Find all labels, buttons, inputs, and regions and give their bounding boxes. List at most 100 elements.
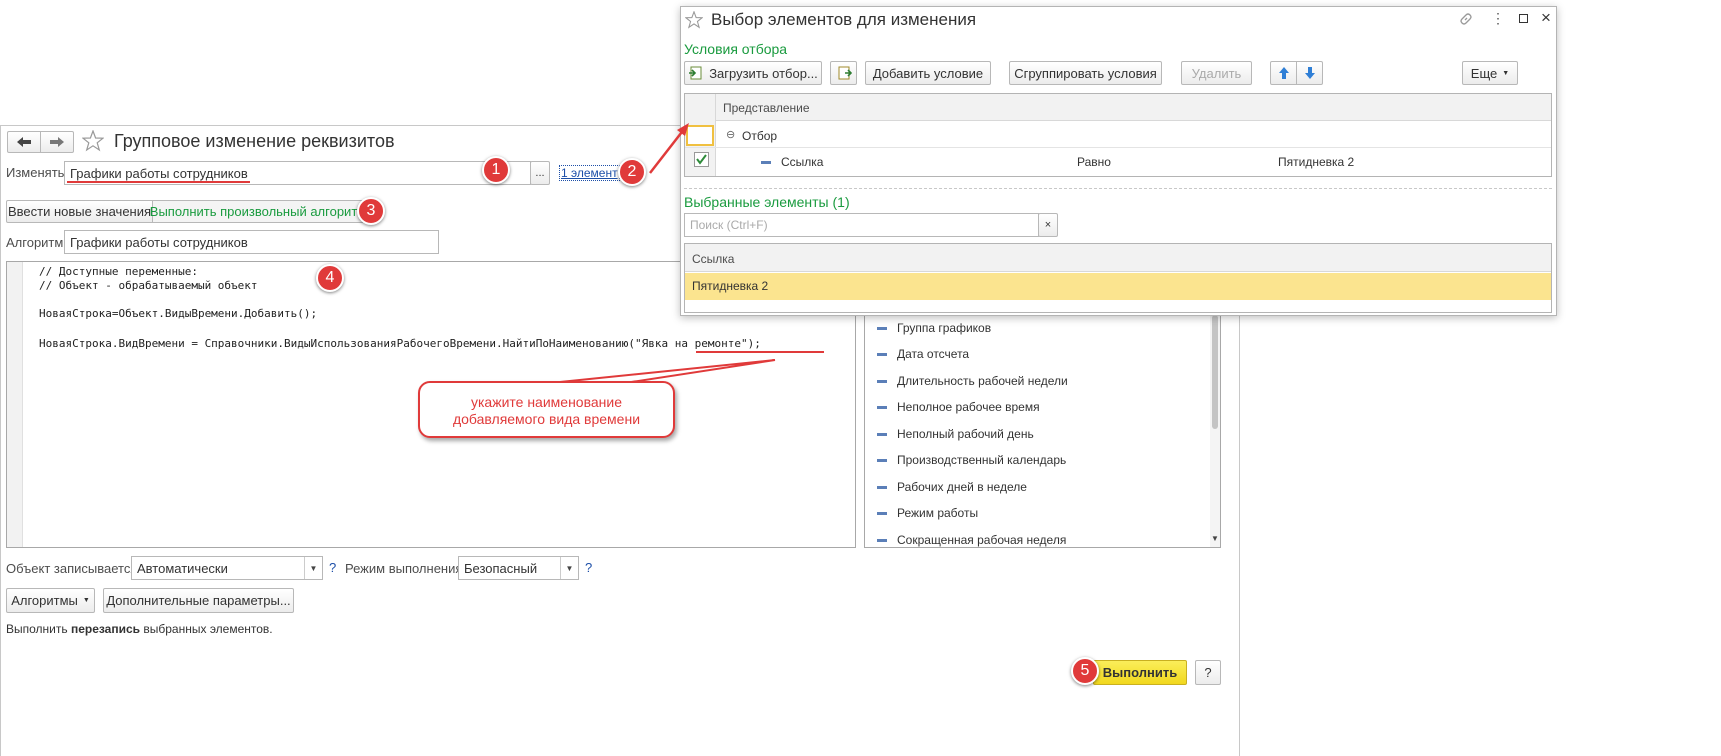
arrow-up-icon <box>1278 67 1289 79</box>
back-button[interactable] <box>7 131 41 153</box>
field-icon <box>761 161 771 164</box>
chevron-down-icon: ▼ <box>82 597 90 604</box>
field-icon <box>877 405 887 409</box>
search-input[interactable]: Поиск (Ctrl+F) <box>684 213 1039 237</box>
algorithms-button[interactable]: Алгоритмы ▼ <box>6 588 95 613</box>
dialog-divider <box>684 188 1552 189</box>
load-icon <box>689 66 702 80</box>
group-conditions-button[interactable]: Сгруппировать условия <box>1009 61 1162 85</box>
field-icon <box>877 326 887 330</box>
scrollbar[interactable]: ▼ <box>1210 315 1220 547</box>
maximize-icon[interactable] <box>1519 14 1528 23</box>
selected-section-title: Выбранные элементы (1) <box>684 194 850 210</box>
selected-list-column-header: Ссылка <box>692 252 735 266</box>
load-filter-button[interactable]: Загрузить отбор... <box>684 61 822 85</box>
more-button[interactable]: Еще ▼ <box>1462 61 1518 85</box>
chevron-down-icon[interactable]: ▼ <box>304 557 322 579</box>
filter-field: Ссылка <box>781 155 824 169</box>
close-icon: × <box>1044 219 1052 231</box>
filter-section-title: Условия отбора <box>684 41 788 57</box>
close-icon[interactable]: × <box>1541 8 1551 28</box>
scrollbar-thumb[interactable] <box>1212 315 1218 429</box>
arrow-annotation <box>649 123 689 174</box>
filter-tree-header <box>685 94 1551 121</box>
step-badge-3: 3 <box>357 197 385 225</box>
tab-new-values[interactable]: Ввести новые значения <box>6 200 153 223</box>
algorithm-label: Алгоритм: <box>6 235 67 250</box>
move-up-button[interactable] <box>1270 61 1297 85</box>
move-down-button[interactable] <box>1296 61 1323 85</box>
change-label: Изменять: <box>6 165 69 180</box>
change-object-value: Графики работы сотрудников <box>70 166 248 181</box>
selected-list[interactable]: Ссылка Пятидневка 2 <box>684 243 1552 313</box>
arrow-down-icon <box>1304 67 1315 79</box>
arrow-right-icon <box>50 137 64 147</box>
elements-link[interactable]: 1 элемент <box>559 165 620 181</box>
list-item[interactable]: Пятидневка 2 <box>685 273 1551 300</box>
scroll-down-icon[interactable]: ▼ <box>1211 534 1219 543</box>
field-icon <box>877 511 887 515</box>
field-icon <box>877 485 887 489</box>
mode-label: Режим выполнения: <box>345 561 467 576</box>
callout-text: укажите наименование добавляемого вида в… <box>452 394 641 427</box>
tab-custom-algorithm[interactable]: Выполнить произвольный алгоритм <box>150 200 366 223</box>
extra-params-button[interactable]: Дополнительные параметры... <box>103 588 294 613</box>
check-icon[interactable] <box>694 152 709 167</box>
field-icon <box>877 458 887 462</box>
help-icon[interactable]: ? <box>585 560 592 575</box>
list-item[interactable]: Неполное рабочее время <box>865 394 1040 420</box>
write-label: Объект записывается: <box>6 561 141 576</box>
code-line: НоваяСтрока=Объект.ВидыВремени.Добавить(… <box>39 307 318 320</box>
step-badge-1: 1 <box>482 156 510 184</box>
status-text: Выполнить перезапись выбранных элементов… <box>6 622 273 636</box>
field-icon <box>877 379 887 383</box>
filter-column-header: Представление <box>723 101 810 115</box>
favorite-star-icon[interactable] <box>685 11 703 29</box>
filter-group-row[interactable] <box>685 121 1551 148</box>
forward-button[interactable] <box>40 131 74 153</box>
save-filter-icon <box>838 66 852 80</box>
fields-panel[interactable]: Группа графиков Дата отсчета Длительност… <box>864 315 1221 548</box>
write-mode-select[interactable]: Автоматически <box>131 556 323 580</box>
help-icon[interactable]: ? <box>329 560 336 575</box>
page-title: Групповое изменение реквизитов <box>114 131 395 151</box>
code-line: // Объект - обрабатываемый объект <box>39 279 258 292</box>
code-gutter <box>7 262 23 547</box>
field-icon <box>877 538 887 542</box>
clear-search-button[interactable]: × <box>1038 213 1058 237</box>
list-item[interactable]: Неполный рабочий день <box>865 421 1034 447</box>
list-item[interactable]: Режим работы <box>865 500 978 526</box>
collapse-icon[interactable]: ⊖ <box>726 128 735 141</box>
dialog-title: Выбор элементов для изменения <box>711 10 977 29</box>
favorite-star-icon[interactable] <box>82 130 104 152</box>
filter-value: Пятидневка 2 <box>1278 155 1355 169</box>
save-filter-button[interactable] <box>830 61 857 85</box>
filter-tree[interactable]: Представление ⊖ Отбор Ссылка Равно Пятид… <box>684 93 1552 177</box>
execute-button[interactable]: Выполнить <box>1093 660 1187 685</box>
help-button[interactable]: ? <box>1195 660 1221 685</box>
step-badge-4: 4 <box>316 264 344 292</box>
more-menu-icon[interactable]: ⋮ <box>1491 10 1505 27</box>
list-item[interactable]: Рабочих дней в неделе <box>865 474 1027 500</box>
algorithm-input[interactable]: Графики работы сотрудников <box>64 230 439 254</box>
list-item[interactable]: Производственный календарь <box>865 447 1066 473</box>
code-line: НоваяСтрока.ВидВремени = Справочники.Вид… <box>39 337 761 350</box>
add-condition-button[interactable]: Добавить условие <box>865 61 991 85</box>
change-underline <box>67 181 250 183</box>
list-item[interactable]: Группа графиков <box>865 315 991 341</box>
step-badge-5: 5 <box>1071 657 1099 685</box>
link-icon[interactable] <box>1459 12 1473 26</box>
arrow-left-icon <box>17 137 31 147</box>
chevron-down-icon[interactable]: ▼ <box>560 557 578 579</box>
choose-button[interactable]: ... <box>530 161 550 185</box>
delete-button[interactable]: Удалить <box>1181 61 1252 85</box>
list-item[interactable]: Длительность рабочей недели <box>865 368 1068 394</box>
filter-comparison: Равно <box>1077 155 1111 169</box>
filter-group-label: Отбор <box>742 129 778 143</box>
list-item[interactable]: Сокращенная рабочая неделя <box>865 527 1066 547</box>
field-icon <box>877 352 887 356</box>
list-item[interactable]: Дата отсчета <box>865 341 969 367</box>
chevron-down-icon: ▼ <box>1502 69 1510 77</box>
search-placeholder: Поиск (Ctrl+F) <box>690 218 768 232</box>
selected-list-header <box>685 244 1551 272</box>
